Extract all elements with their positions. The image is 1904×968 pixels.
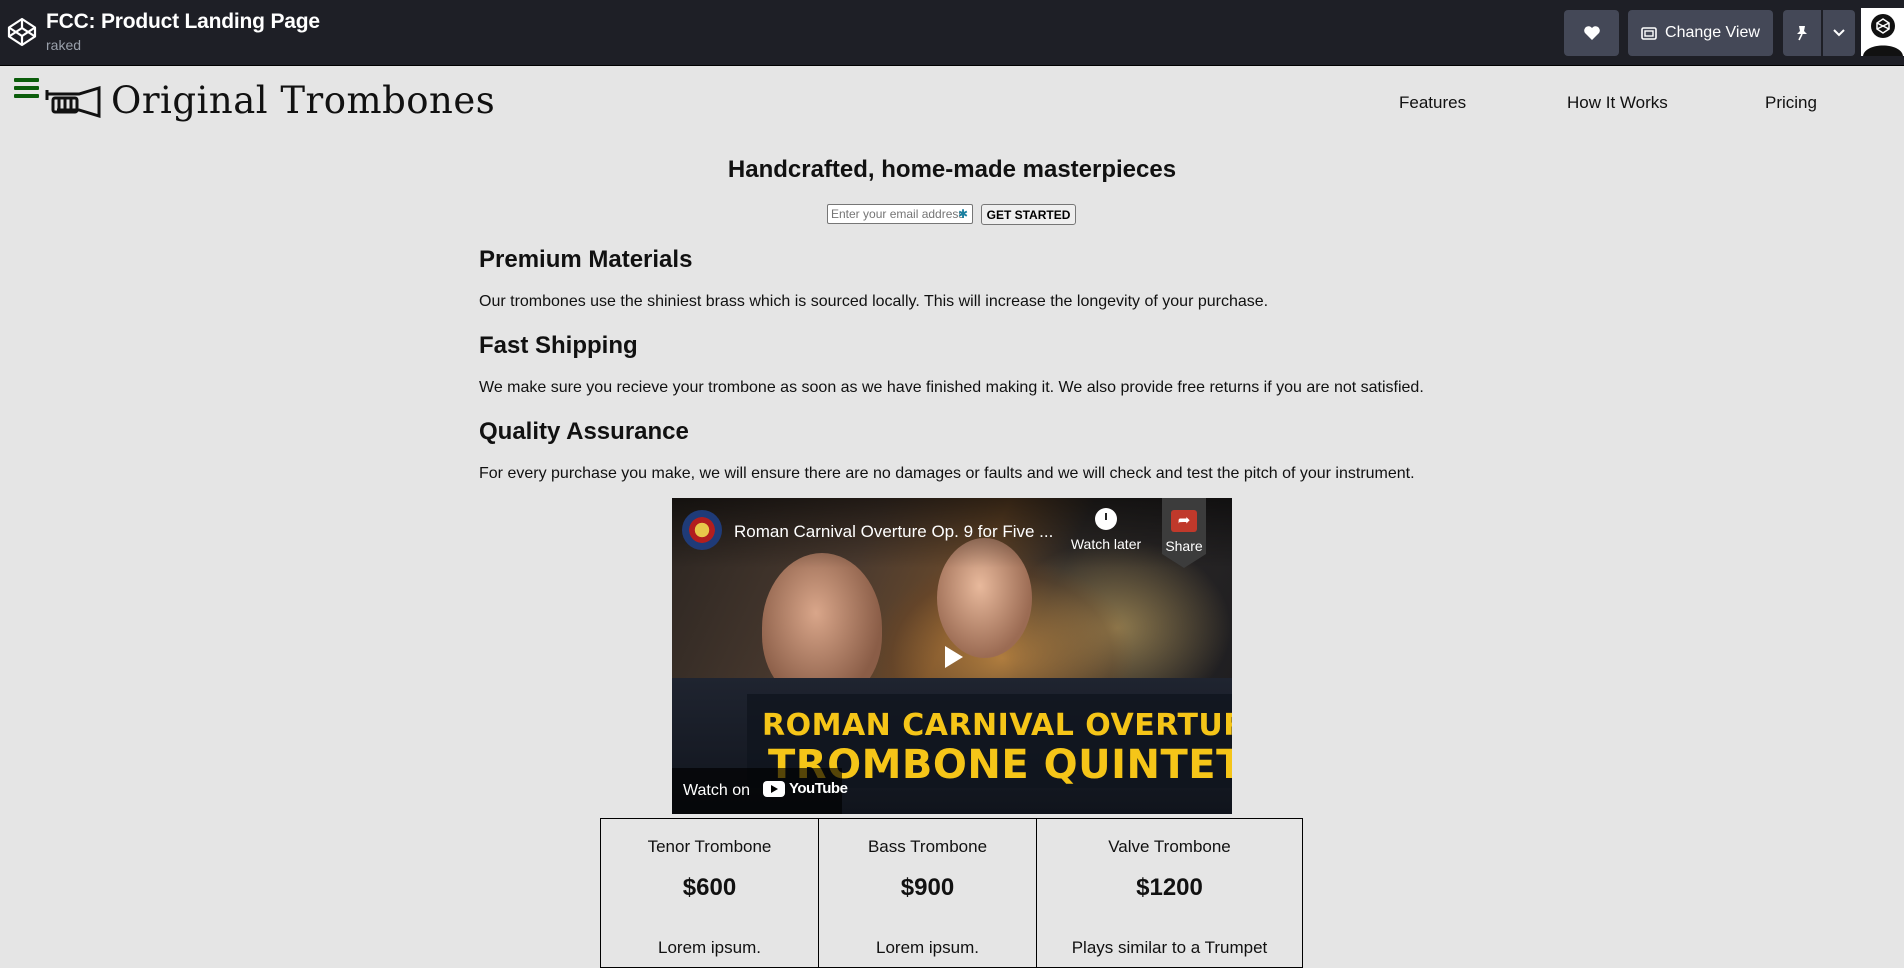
pricing-card-tenor: Tenor Trombone $600 Lorem ipsum. xyxy=(600,818,819,968)
video-title[interactable]: Roman Carnival Overture Op. 9 for Five .… xyxy=(734,522,1053,542)
nav-link-features[interactable]: Features xyxy=(1399,93,1466,113)
feature-text-premium-materials: Our trombones use the shiniest brass whi… xyxy=(479,293,1269,310)
pen-author[interactable]: raked xyxy=(46,37,81,53)
codepen-header: FCC: Product Landing Page raked Change V… xyxy=(0,0,1904,66)
brand-name[interactable]: Original Trombones xyxy=(111,79,495,122)
change-view-button[interactable]: Change View xyxy=(1628,10,1773,56)
video-player[interactable]: Roman Carnival Overture Op. 9 for Five .… xyxy=(672,498,1232,814)
pricing-card-name: Valve Trombone xyxy=(1108,837,1231,856)
feature-title-premium-materials: Premium Materials xyxy=(479,246,693,273)
youtube-play-icon xyxy=(763,780,785,797)
feature-title-quality-assurance: Quality Assurance xyxy=(479,418,689,445)
pricing-card-price: $900 xyxy=(900,874,955,901)
hero-title: Handcrafted, home-made masterpieces xyxy=(727,156,1177,183)
share-arrow-icon: ➦ xyxy=(1171,510,1197,532)
youtube-logo: YouTube xyxy=(763,780,848,797)
watch-on-youtube-button[interactable]: Watch on YouTube xyxy=(672,768,848,814)
pricing-card-price: $1200 xyxy=(1136,874,1203,901)
email-input[interactable]: Enter your email address xyxy=(827,204,973,224)
watch-later-label: Watch later xyxy=(1070,536,1142,552)
pin-dropdown-button[interactable] xyxy=(1823,10,1855,56)
nav-link-how-it-works[interactable]: How It Works xyxy=(1567,93,1668,113)
codepen-logo-icon[interactable] xyxy=(6,16,38,48)
avatar-icon xyxy=(1861,8,1904,56)
watch-later-button[interactable]: Watch later xyxy=(1068,508,1144,552)
pen-title[interactable]: FCC: Product Landing Page xyxy=(46,10,320,34)
play-icon[interactable] xyxy=(934,639,970,675)
trombone-logo-icon xyxy=(45,86,101,119)
feature-title-fast-shipping: Fast Shipping xyxy=(479,332,638,359)
nav-link-pricing[interactable]: Pricing xyxy=(1765,93,1817,113)
share-label: Share xyxy=(1165,538,1203,554)
pin-button[interactable] xyxy=(1783,10,1821,56)
feature-text-quality-assurance: For every purchase you make, we will ens… xyxy=(479,465,1415,482)
layout-icon xyxy=(1641,26,1657,40)
chevron-down-icon xyxy=(1833,29,1845,37)
clock-icon xyxy=(1095,508,1117,530)
channel-avatar-icon[interactable] xyxy=(682,510,722,550)
pricing-card-valve: Valve Trombone $1200 Plays similar to a … xyxy=(1036,818,1303,968)
pricing-card-description: Lorem ipsum. xyxy=(876,938,979,957)
pricing-card-bass: Bass Trombone $900 Lorem ipsum. xyxy=(818,818,1037,968)
pricing-card-name: Tenor Trombone xyxy=(647,837,772,856)
change-view-label: Change View xyxy=(1665,24,1760,41)
pricing-card-description: Plays similar to a Trumpet xyxy=(1071,938,1268,957)
autofill-extension-icon[interactable]: ✱ xyxy=(958,207,970,221)
pin-icon xyxy=(1797,26,1807,41)
user-avatar[interactable] xyxy=(1861,8,1904,56)
like-button[interactable] xyxy=(1564,10,1619,56)
youtube-wordmark: YouTube xyxy=(789,780,848,797)
pricing-card-price: $600 xyxy=(682,874,737,901)
feature-text-fast-shipping: We make sure you recieve your trombone a… xyxy=(479,379,1424,396)
heart-icon xyxy=(1583,26,1600,40)
watch-on-label: Watch on xyxy=(683,782,750,799)
share-button[interactable]: ➦ Share xyxy=(1162,498,1206,568)
hamburger-menu-icon[interactable] xyxy=(14,78,39,98)
pricing-card-description: Lorem ipsum. xyxy=(658,938,761,957)
pricing-card-name: Bass Trombone xyxy=(867,837,988,856)
get-started-button[interactable]: GET STARTED xyxy=(981,204,1076,225)
thumbnail-text-line1: ROMAN CARNIVAL OVERTURE xyxy=(762,708,1232,743)
